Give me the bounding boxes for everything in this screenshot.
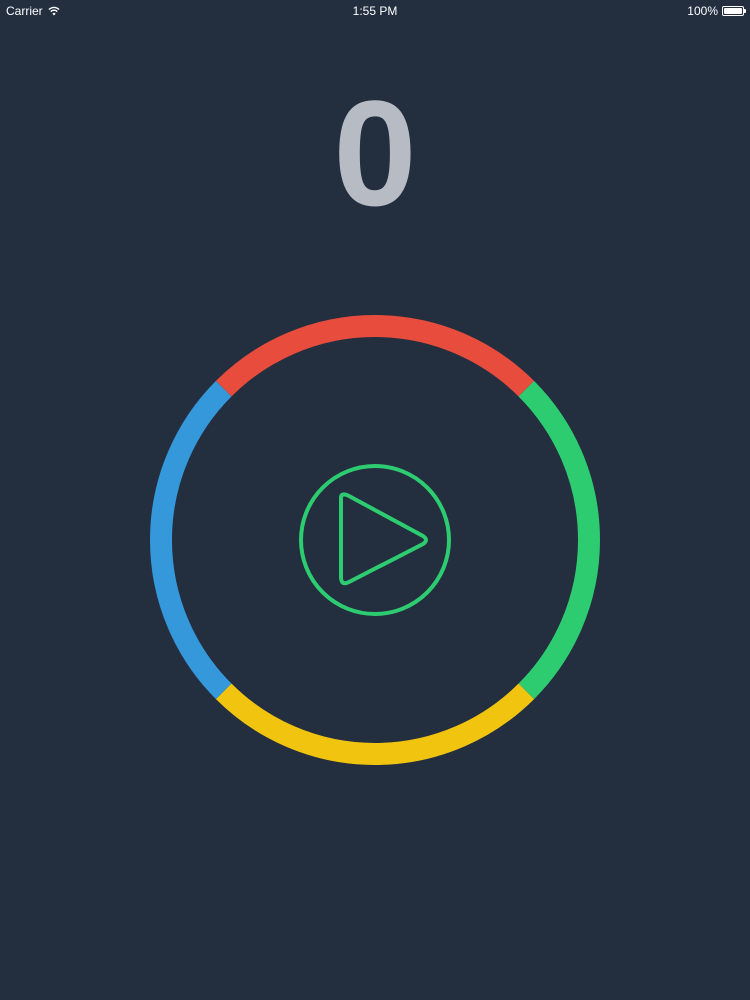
- play-button[interactable]: [297, 462, 453, 618]
- game-screen: Carrier 1:55 PM 100% 0: [0, 0, 750, 1000]
- play-icon: [339, 492, 428, 586]
- ring-segment-blue: [150, 380, 232, 700]
- ring-segment-yellow: [215, 683, 535, 765]
- ring-segment-green: [518, 380, 600, 700]
- ring-segment-red: [215, 315, 535, 397]
